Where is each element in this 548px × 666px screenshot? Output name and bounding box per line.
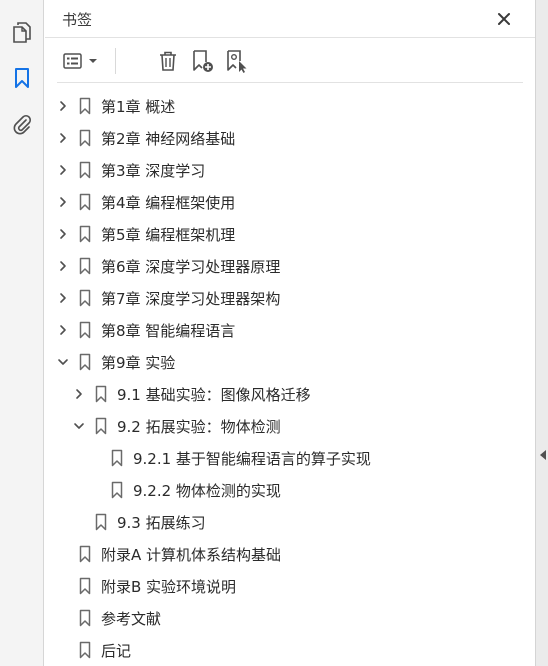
bookmark-row[interactable]: 第2章 神经网络基础 xyxy=(45,122,535,154)
bookmark-icon xyxy=(79,545,91,563)
bookmark-label[interactable]: 9.2.2 物体检测的实现 xyxy=(133,480,281,501)
bookmark-row[interactable]: 第3章 深度学习 xyxy=(45,154,535,186)
bookmark-icon xyxy=(79,129,91,147)
bookmark-selection-button[interactable] xyxy=(223,49,251,73)
bookmark-label[interactable]: 后记 xyxy=(101,640,131,661)
panel-title: 书签 xyxy=(62,11,93,29)
bookmark-label[interactable]: 第2章 神经网络基础 xyxy=(101,128,235,149)
navigation-rail xyxy=(0,0,44,666)
bookmark-icon xyxy=(79,225,91,243)
bookmark-icon xyxy=(111,449,123,467)
add-bookmark-button[interactable] xyxy=(189,49,217,73)
collapse-arrow-icon[interactable] xyxy=(539,449,547,461)
bookmark-row[interactable]: 第8章 智能编程语言 xyxy=(45,314,535,346)
bookmark-icon xyxy=(15,68,29,88)
bookmark-row[interactable]: 第9章 实验 xyxy=(45,346,535,378)
close-panel-button[interactable] xyxy=(493,8,515,30)
bookmark-label[interactable]: 附录B 实验环境说明 xyxy=(101,576,236,597)
pages-icon xyxy=(13,22,31,43)
chevron-right-icon[interactable] xyxy=(55,258,71,274)
bookmark-label[interactable]: 9.2 拓展实验：物体检测 xyxy=(117,416,281,437)
bookmark-label[interactable]: 第7章 深度学习处理器架构 xyxy=(101,288,280,309)
bookmark-icon xyxy=(79,321,91,339)
bookmark-label[interactable]: 9.3 拓展练习 xyxy=(117,512,206,533)
bookmark-row[interactable]: 第4章 编程框架使用 xyxy=(45,186,535,218)
chevron-right-icon[interactable] xyxy=(55,322,71,338)
bookmark-label[interactable]: 第5章 编程框架机理 xyxy=(101,224,235,245)
bookmark-label[interactable]: 第1章 概述 xyxy=(101,96,175,117)
bookmark-icon xyxy=(79,289,91,307)
bookmark-row[interactable]: 第1章 概述 xyxy=(45,90,535,122)
trash-icon xyxy=(160,51,176,71)
bookmark-row[interactable]: 第7章 深度学习处理器架构 xyxy=(45,282,535,314)
bookmark-label[interactable]: 参考文献 xyxy=(101,608,161,629)
bookmark-row[interactable]: 9.2.2 物体检测的实现 xyxy=(45,474,535,506)
bookmark-label[interactable]: 第3章 深度学习 xyxy=(101,160,205,181)
bookmark-label[interactable]: 第9章 实验 xyxy=(101,352,175,373)
chevron-right-icon[interactable] xyxy=(55,98,71,114)
chevron-right-icon[interactable] xyxy=(55,290,71,306)
bookmarks-panel: 书签 第1章 概述 第2章 神经网络基础 第3章 深度学习 第4章 编程框架使用… xyxy=(45,0,535,666)
bookmark-row[interactable]: 9.1 基础实验：图像风格迁移 xyxy=(45,378,535,410)
bookmark-row[interactable]: 附录B 实验环境说明 xyxy=(45,570,535,602)
bookmark-row[interactable]: 第6章 深度学习处理器原理 xyxy=(45,250,535,282)
chevron-right-icon[interactable] xyxy=(55,194,71,210)
bookmark-icon xyxy=(79,257,91,275)
chevron-down-icon xyxy=(88,59,97,63)
bookmark-row[interactable]: 9.2 拓展实验：物体检测 xyxy=(45,410,535,442)
add-bookmark-icon xyxy=(193,50,213,72)
bookmark-icon xyxy=(79,641,91,659)
bookmark-row[interactable]: 9.2.1 基于智能编程语言的算子实现 xyxy=(45,442,535,474)
page-thumbnails-button[interactable] xyxy=(8,18,36,46)
bookmarks-toolbar xyxy=(57,40,523,83)
bookmark-icon xyxy=(79,161,91,179)
bookmark-icon xyxy=(79,609,91,627)
close-icon xyxy=(498,13,510,25)
chevron-down-icon[interactable] xyxy=(55,354,71,370)
bookmark-label[interactable]: 9.1 基础实验：图像风格迁移 xyxy=(117,384,311,405)
bookmark-icon xyxy=(111,481,123,499)
bookmark-label[interactable]: 9.2.1 基于智能编程语言的算子实现 xyxy=(133,448,371,469)
bookmark-label[interactable]: 第4章 编程框架使用 xyxy=(101,192,235,213)
bookmark-icon xyxy=(79,353,91,371)
bookmark-row[interactable]: 附录A 计算机体系结构基础 xyxy=(45,538,535,570)
bookmark-icon xyxy=(95,385,107,403)
bookmark-label[interactable]: 附录A 计算机体系结构基础 xyxy=(101,544,281,565)
bookmark-icon xyxy=(79,97,91,115)
bookmark-row[interactable]: 9.3 拓展练习 xyxy=(45,506,535,538)
bookmark-row[interactable]: 参考文献 xyxy=(45,602,535,634)
panel-header: 书签 xyxy=(45,0,535,38)
bookmark-icon xyxy=(95,417,107,435)
options-menu-button[interactable] xyxy=(61,49,99,73)
bookmark-icon xyxy=(95,513,107,531)
chevron-right-icon[interactable] xyxy=(55,226,71,242)
panel-splitter[interactable] xyxy=(535,0,548,666)
chevron-right-icon[interactable] xyxy=(55,162,71,178)
options-list-icon xyxy=(62,53,82,69)
delete-bookmark-button[interactable] xyxy=(155,49,181,73)
attachments-button[interactable] xyxy=(8,110,36,138)
toolbar-divider xyxy=(115,48,116,74)
bookmark-icon xyxy=(79,577,91,595)
bookmark-label[interactable]: 第6章 深度学习处理器原理 xyxy=(101,256,280,277)
bookmark-icon xyxy=(79,193,91,211)
paperclip-icon xyxy=(13,114,32,135)
chevron-down-icon[interactable] xyxy=(71,418,87,434)
chevron-right-icon[interactable] xyxy=(55,130,71,146)
bookmark-cursor-icon xyxy=(227,50,247,73)
bookmarks-button[interactable] xyxy=(8,64,36,92)
bookmark-label[interactable]: 第8章 智能编程语言 xyxy=(101,320,235,341)
bookmark-row[interactable]: 后记 xyxy=(45,634,535,666)
chevron-right-icon[interactable] xyxy=(71,386,87,402)
bookmark-row[interactable]: 第5章 编程框架机理 xyxy=(45,218,535,250)
